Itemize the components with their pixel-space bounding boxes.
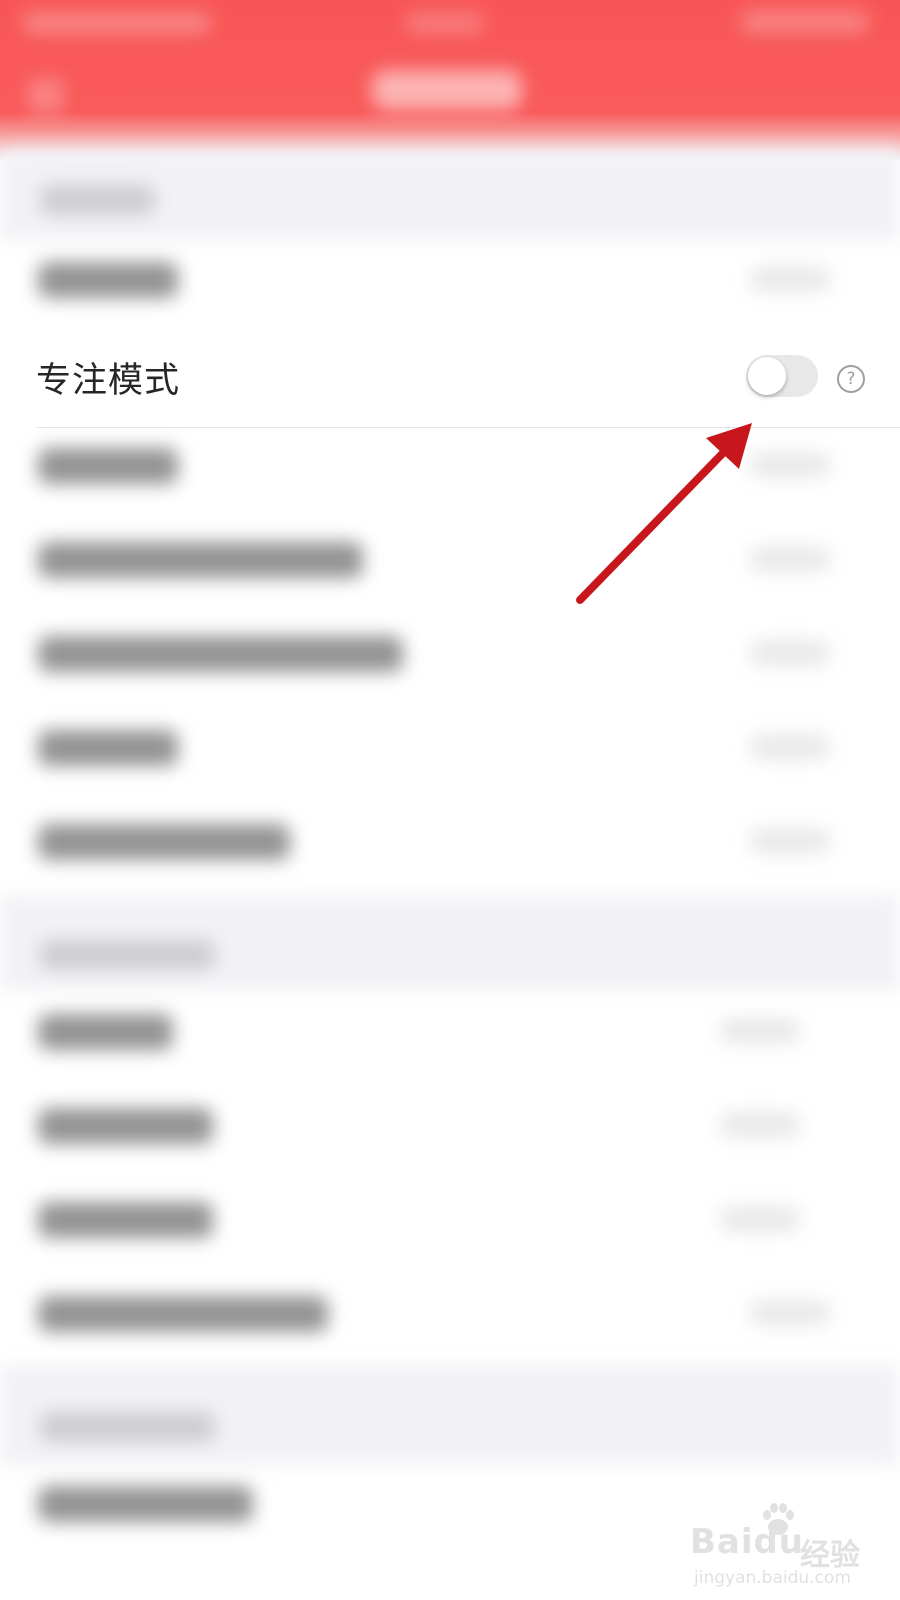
list-item-value (750, 452, 830, 478)
list-item-value (720, 1112, 800, 1138)
header-bar (0, 0, 900, 160)
toggle-knob (748, 357, 786, 395)
baidu-watermark: Baidu 经验 jingyan.baidu.com (690, 1500, 870, 1595)
status-bar-center (405, 12, 485, 34)
list-item[interactable] (38, 824, 290, 860)
list-item-value (750, 266, 830, 292)
section-title-blur (40, 1412, 215, 1442)
list-item[interactable] (38, 1202, 213, 1238)
list-item-value (750, 828, 830, 854)
row-divider (36, 427, 900, 428)
list-item-value (750, 734, 830, 760)
arrow-head (706, 423, 752, 469)
list-item-value (720, 1206, 800, 1232)
focus-mode-toggle[interactable] (746, 355, 818, 397)
list-item[interactable] (38, 1014, 173, 1050)
focus-mode-label: 专注模式 (36, 361, 181, 401)
list-item[interactable] (38, 542, 363, 578)
annotation-arrow (576, 423, 752, 604)
list-item-value (750, 546, 830, 572)
list-item[interactable] (38, 1296, 328, 1332)
status-bar-right (740, 10, 870, 34)
list-item[interactable] (38, 636, 403, 672)
watermark-brand: Baidu (690, 1522, 805, 1562)
list-item-value (750, 640, 830, 666)
status-bar-left (22, 12, 212, 34)
page-title (372, 70, 522, 110)
list-item-value (750, 1300, 830, 1326)
list-item[interactable] (38, 730, 178, 766)
list-item[interactable] (38, 262, 178, 298)
arrow-shaft (576, 448, 728, 604)
help-icon[interactable]: ? (837, 365, 865, 393)
section-title-blur (40, 185, 155, 215)
watermark-url: jingyan.baidu.com (694, 1568, 851, 1588)
back-button[interactable] (28, 78, 64, 114)
list-item[interactable] (38, 448, 178, 484)
list-item-value (720, 1018, 800, 1044)
list-item[interactable] (38, 1486, 253, 1522)
list-item[interactable] (38, 1108, 213, 1144)
section-title-blur (40, 940, 215, 970)
